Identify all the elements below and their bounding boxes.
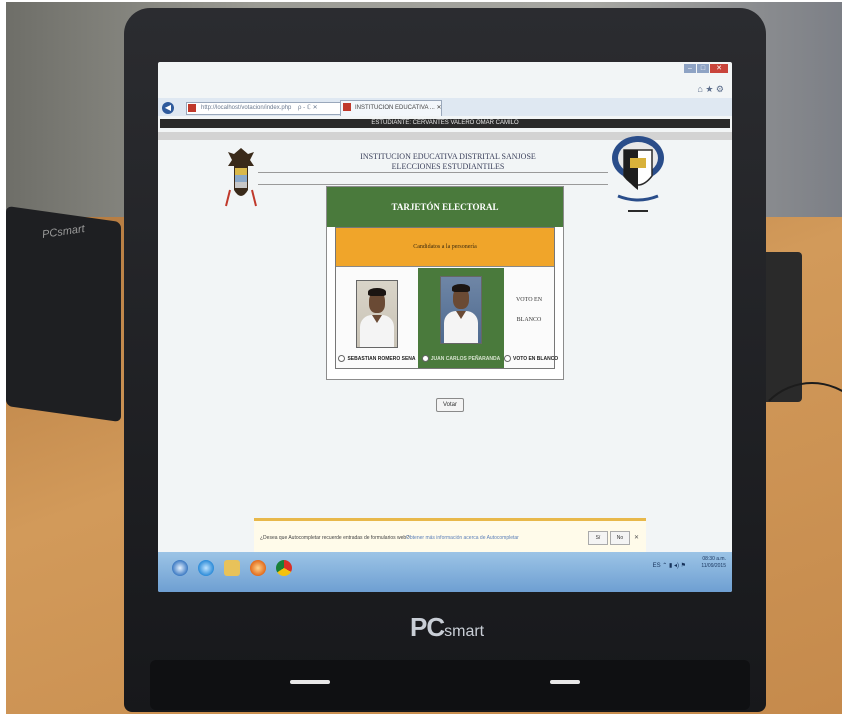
position-title: Candidatos a la personería	[336, 228, 554, 267]
candidate-option-2[interactable]: JUAN CARLOS PEÑARANDA	[418, 268, 504, 368]
brand-suffix: smart	[444, 623, 485, 640]
address-bar[interactable]: http://localhost/votacion/index.php	[186, 102, 354, 115]
candidate-name: SEBASTIAN ROMERO SENA	[347, 355, 416, 362]
candidate-radio[interactable]	[504, 355, 511, 362]
clock-date: 11/09/2015	[701, 563, 726, 569]
autocomplete-info-link[interactable]: Obtener más información acerca de Autoco…	[406, 535, 519, 541]
autocomplete-close-icon[interactable]: ✕	[634, 534, 639, 541]
electoral-ballot: TARJETÓN ELECTORAL Candidatos a la perso…	[326, 186, 564, 380]
address-controls[interactable]: ρ - ℂ ✕	[298, 102, 318, 114]
ballot-header: TARJETÓN ELECTORAL	[327, 187, 563, 227]
tab-active[interactable]: INSTITUCION EDUCATIVA ... ✕	[340, 100, 442, 116]
blank-text-line1: VOTO EN	[515, 297, 543, 303]
laptop-screen: – □ ✕ ⌂ ★ ⚙ ◀ http://localhost/votacion/…	[158, 62, 732, 592]
window-controls: – □ ✕	[684, 64, 728, 73]
system-tray-icons[interactable]: ES ⌃ ▮ ◂) ⚑	[653, 562, 686, 569]
brand-pc: PC	[410, 612, 445, 642]
blank-vote-text: VOTO EN BLANCO	[504, 290, 554, 330]
blank-text-line2: BLANCO	[516, 317, 542, 323]
chrome-icon[interactable]	[276, 560, 292, 576]
internet-explorer-icon[interactable]	[198, 560, 214, 576]
maximize-button[interactable]: □	[697, 64, 709, 73]
school-title: INSTITUCION EDUCATIVA DISTRITAL SANJOSE …	[348, 152, 548, 172]
indicator-light	[550, 680, 580, 684]
candidate-option-1[interactable]: SEBASTIAN ROMERO SENA	[336, 268, 418, 368]
clock[interactable]: 08:30 a.m. 11/09/2015	[701, 556, 726, 570]
candidate-radio[interactable]	[421, 355, 429, 362]
autocomplete-notification: ¿Desea que Autocompletar recuerde entrad…	[254, 518, 646, 555]
neighbor-laptop	[6, 205, 121, 423]
candidate-label: SEBASTIAN ROMERO SENA	[336, 355, 418, 362]
tab-favicon	[343, 103, 351, 111]
site-favicon	[188, 104, 196, 112]
candidate-label: VOTO EN BLANCO	[504, 355, 558, 362]
close-button[interactable]: ✕	[710, 64, 728, 73]
browser-toolbar-icons[interactable]: ⌂ ★ ⚙	[697, 84, 724, 95]
school-shield-icon	[612, 136, 664, 212]
taskbar	[158, 552, 732, 592]
school-name: INSTITUCION EDUCATIVA DISTRITAL SANJOSE	[360, 152, 536, 161]
ballot-candidates-panel: Candidatos a la personería SEBASTIAN ROM…	[335, 227, 558, 369]
file-explorer-icon[interactable]	[224, 560, 240, 576]
autocomplete-yes-button[interactable]: Sí	[588, 531, 608, 545]
start-button-icon[interactable]	[172, 560, 188, 576]
candidate-photo	[356, 280, 398, 348]
banner-divider	[258, 184, 608, 185]
vote-button[interactable]: Votar	[436, 398, 465, 412]
clock-time: 08:30 a.m.	[702, 556, 726, 562]
autocomplete-message: ¿Desea que Autocompletar recuerde entrad…	[260, 535, 409, 541]
candidate-radio[interactable]	[338, 355, 346, 362]
minimize-button[interactable]: –	[684, 64, 696, 73]
coat-of-arms-icon	[225, 148, 257, 207]
candidate-photo	[440, 276, 482, 344]
election-title: ELECCIONES ESTUDIANTILES	[391, 162, 505, 171]
back-button[interactable]: ◀	[162, 102, 174, 114]
indicator-light	[290, 680, 330, 684]
candidate-label: JUAN CARLOS PEÑARANDA	[418, 355, 504, 362]
media-player-icon[interactable]	[250, 560, 266, 576]
candidate-name: JUAN CARLOS PEÑARANDA	[430, 355, 501, 362]
laptop-brand-logo: PCsmart	[410, 612, 484, 643]
autocomplete-no-button[interactable]: No	[610, 531, 630, 545]
candidate-option-blank[interactable]: VOTO EN BLANCO VOTO EN BLANCO	[504, 268, 558, 368]
student-name-bar: ESTUDIANTE: CERVANTES VALERO OMAR CAMILO	[160, 119, 730, 128]
candidate-name: VOTO EN BLANCO	[513, 355, 559, 362]
power-adapter	[762, 252, 802, 402]
banner-divider	[258, 172, 608, 173]
laptop-base	[150, 660, 750, 710]
